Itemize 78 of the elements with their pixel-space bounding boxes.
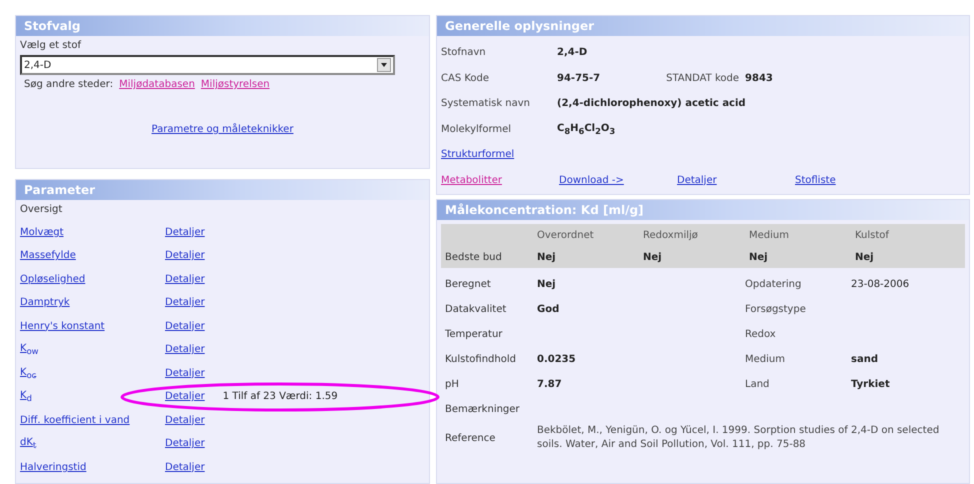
reference-text: Bekbölet, M., Yenigün, O. og Yücel, I. 1999. Sorption studies of 2,4-D on selected soils. Water, Air and Soil Pollution, Vol. 111, pp. 75-88	[537, 424, 940, 452]
overview-label: Oversigt	[20, 204, 64, 214]
details-link[interactable]: Detaljer	[165, 462, 205, 473]
info-label: Molekylformel	[441, 124, 512, 135]
select-label: Vælg et stof	[20, 40, 82, 51]
details-link[interactable]: Detaljer	[165, 250, 205, 262]
column-header: Overordnet	[537, 230, 595, 240]
field-label: Temperatur	[444, 329, 504, 340]
parameter-link[interactable]: Opløselighed	[20, 274, 165, 285]
field-value: 0.0235	[537, 354, 576, 365]
details-link[interactable]: Detaljer	[165, 320, 205, 332]
details-link[interactable]: Detaljer	[165, 297, 205, 308]
column-header: Redoxmiljø	[643, 230, 699, 240]
field-label: Medium	[745, 354, 785, 365]
value-note: 1 Tilf af 23 Værdi: 1.59	[222, 391, 338, 402]
parameter-link[interactable]: K$_{ow}$	[20, 343, 165, 356]
substance-dropdown[interactable]: 2,4-D	[20, 55, 395, 75]
info-value: 9843	[745, 72, 773, 84]
details-link[interactable]: Detaljer	[165, 391, 205, 402]
info-label: Systematisk navn	[441, 98, 532, 110]
structure-link[interactable]: Strukturformel	[441, 149, 514, 160]
column-header: Medium	[749, 230, 790, 240]
info-label: Stofnavn	[441, 47, 487, 58]
info-value: (2,4-dichlorophenoxy) acetic acid	[557, 98, 746, 110]
field-value: sand	[851, 354, 878, 365]
field-value: Tyrkiet	[851, 379, 890, 390]
column-header: Kulstof	[855, 230, 890, 240]
parameter-link[interactable]: Henry's konstant	[20, 320, 165, 332]
table-cell-text: Nej	[643, 252, 663, 262]
search-label: Søg andre steder:	[24, 79, 114, 90]
details-link[interactable]: Detaljer	[165, 414, 205, 426]
info-label: STANDAT kode	[666, 72, 740, 84]
parameter-link[interactable]: Diff. koefficient i vand	[20, 414, 165, 426]
parameter-link[interactable]: K$_{oc}$	[20, 366, 165, 380]
field-label: Opdatering	[745, 279, 802, 290]
parameter-link[interactable]: Massefylde	[20, 250, 165, 262]
parameter-link[interactable]: K$_{d}$	[20, 390, 165, 404]
field-label: Bemærkninger	[444, 404, 521, 415]
parameter-link[interactable]: Halveringstid	[20, 462, 165, 473]
panel-header: Målekoncentration: Kd [ml/g]	[437, 200, 969, 220]
field-label: Land	[745, 379, 770, 390]
details-link[interactable]: Detaljer	[165, 438, 205, 450]
field-label: Forsøgstype	[745, 304, 806, 315]
panel-header: Parameter	[16, 180, 429, 200]
details-link[interactable]: Detaljer	[165, 368, 205, 379]
field-value: God	[537, 304, 560, 315]
parameters-link[interactable]: Parametre og måleteknikker	[152, 124, 294, 135]
parameter-link[interactable]: dK$_{t}$	[20, 437, 165, 450]
table-cell-text: Nej	[855, 252, 875, 262]
parameter-link[interactable]: Damptryk	[20, 297, 165, 308]
field-label: Beregnet	[444, 279, 492, 290]
info-value: 94-75-7	[557, 72, 600, 84]
field-label: Kulstofindhold	[444, 354, 517, 365]
panel-header: Generelle oplysninger	[437, 16, 969, 36]
details-link[interactable]: Detaljer	[165, 226, 205, 238]
panel-header: Stofvalg	[16, 16, 429, 36]
search-link[interactable]: Miljødatabasen	[119, 79, 195, 90]
info-link[interactable]: Metabolitter	[441, 174, 559, 186]
row-label: Bedste bud	[444, 252, 503, 262]
info-link[interactable]: Detaljer	[677, 174, 795, 186]
parameter-link[interactable]: Molvægt	[20, 226, 165, 238]
details-link[interactable]: Detaljer	[165, 344, 205, 356]
info-link[interactable]: Download ->	[559, 174, 677, 186]
table-cell-text: Nej	[537, 252, 557, 262]
info-label: CAS Kode	[441, 72, 490, 84]
info-value: 2,4-D	[557, 47, 588, 58]
field-label: pH	[444, 379, 460, 390]
field-value: 7.87	[537, 379, 562, 390]
field-value: Nej	[537, 279, 556, 290]
details-link[interactable]: Detaljer	[165, 274, 205, 285]
field-label: Datakvalitet	[444, 304, 508, 315]
table-cell-text: Nej	[749, 252, 769, 262]
search-link[interactable]: Miljøstyrelsen	[200, 79, 270, 90]
info-value: C$_{8}$H$_{6}$Cl$_{2}$O$_{3}$	[557, 122, 616, 136]
field-value: 23-08-2006	[851, 279, 910, 290]
field-label: Redox	[745, 329, 776, 340]
info-link[interactable]: Stofliste	[795, 174, 913, 186]
field-label: Reference	[444, 432, 496, 444]
